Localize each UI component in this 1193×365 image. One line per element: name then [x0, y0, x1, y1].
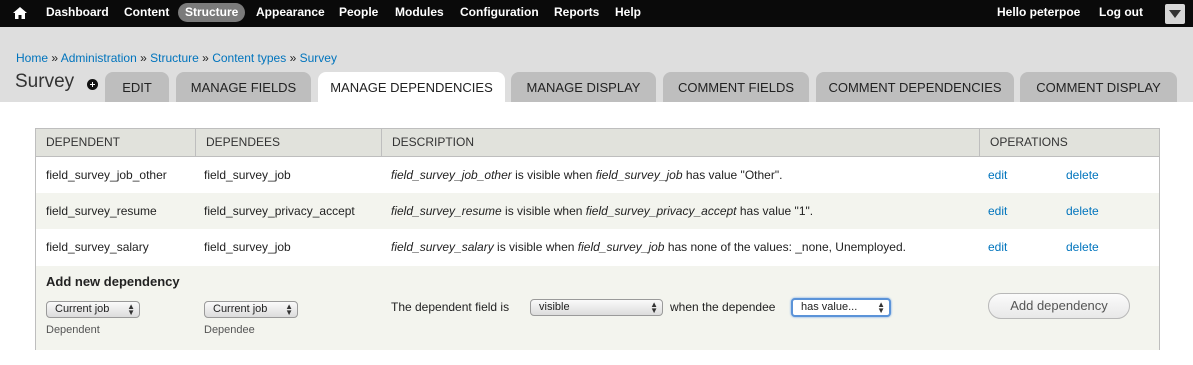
edit-link[interactable]: edit [988, 240, 1007, 254]
condition-label: when the dependee [670, 300, 776, 314]
menu-dashboard[interactable]: Dashboard [46, 0, 109, 27]
greeting-prefix: Hello [997, 5, 1030, 19]
description-condition: has value "Other". [682, 168, 783, 182]
dependent-label: Dependent [46, 324, 100, 336]
state-select[interactable]: visible ▲ ▼ [530, 299, 663, 316]
tab-manage-fields[interactable]: Manage fields [176, 72, 311, 102]
breadcrumb-home[interactable]: Home [16, 51, 48, 65]
description-text: is visible when [501, 204, 586, 218]
menu-content[interactable]: Content [124, 0, 169, 27]
admin-toolbar: Dashboard Content Structure Appearance P… [0, 0, 1193, 27]
add-shortcut-icon[interactable] [87, 79, 98, 90]
table-row: field_survey_resume field_survey_privacy… [36, 193, 1159, 229]
description-condition: has value "1". [736, 204, 814, 218]
add-dependency-row: Add new dependency Current job ▲ ▼ Depend… [36, 266, 1159, 350]
column-header-operations: Operations [979, 129, 1159, 156]
column-header-dependent: Dependent [46, 135, 121, 149]
table-header: Dependent Dependees Description Operatio… [36, 129, 1159, 157]
description-dependee: field_survey_job [595, 168, 683, 182]
column-header-description: Description [381, 129, 979, 156]
condition-select-value: has value... [801, 301, 858, 313]
tab-comment-fields[interactable]: Comment fields [663, 72, 809, 102]
dependencies-table: Dependent Dependees Description Operatio… [35, 128, 1160, 350]
description-cell: field_survey_job_other is visible when f… [391, 157, 782, 193]
menu-modules[interactable]: Modules [395, 0, 444, 27]
description-dependee: field_survey_job [577, 240, 665, 254]
description-cell: field_survey_resume is visible when fiel… [391, 193, 813, 229]
dependee-label: Dependee [204, 324, 255, 336]
menu-appearance[interactable]: Appearance [256, 0, 325, 27]
select-arrows-icon: ▲ ▼ [877, 300, 885, 315]
add-dependency-button[interactable]: Add dependency [988, 293, 1130, 319]
description-dependent: field_survey_job_other [391, 168, 512, 182]
page-title: Survey [15, 71, 75, 92]
description-cell: field_survey_salary is visible when fiel… [391, 229, 906, 265]
menu-people[interactable]: People [339, 0, 378, 27]
tab-edit[interactable]: Edit [105, 72, 169, 102]
edit-link[interactable]: edit [988, 204, 1007, 218]
dependent-select[interactable]: Current job ▲ ▼ [46, 301, 140, 318]
add-dependency-title: Add new dependency [46, 274, 180, 289]
delete-link[interactable]: delete [1066, 168, 1099, 182]
dependent-cell: field_survey_salary [46, 240, 149, 254]
delete-link[interactable]: delete [1066, 204, 1099, 218]
home-icon[interactable] [12, 5, 28, 21]
dependee-cell: field_survey_privacy_accept [204, 204, 355, 218]
menu-reports[interactable]: Reports [554, 0, 599, 27]
tab-comment-dependencies[interactable]: Comment dependencies [816, 72, 1014, 102]
condition-select[interactable]: has value... ▲ ▼ [791, 298, 891, 317]
table-row: field_survey_job_other field_survey_job … [36, 157, 1159, 193]
tab-comment-display[interactable]: Comment display [1020, 72, 1177, 102]
dependee-select-value: Current job [213, 303, 268, 315]
select-arrows-icon: ▲ ▼ [650, 300, 658, 315]
dependent-select-value: Current job [55, 303, 110, 315]
description-text: is visible when [493, 240, 578, 254]
description-dependent: field_survey_salary [391, 240, 494, 254]
chevron-down-icon [1169, 10, 1181, 18]
dependee-cell: field_survey_job [204, 240, 291, 254]
toolbar-drawer-toggle[interactable] [1165, 4, 1185, 24]
breadcrumb-separator: » [140, 51, 147, 65]
state-select-value: visible [539, 301, 570, 313]
breadcrumb-content-types[interactable]: Content types [212, 51, 286, 65]
column-header-dependees: Dependees [195, 129, 381, 156]
description-condition: has none of the values: _none, Unemploye… [664, 240, 906, 254]
dependent-cell: field_survey_job_other [46, 168, 167, 182]
menu-configuration[interactable]: Configuration [460, 0, 539, 27]
logout-link[interactable]: Log out [1099, 0, 1143, 27]
breadcrumb-survey[interactable]: Survey [300, 51, 337, 65]
edit-link[interactable]: edit [988, 168, 1007, 182]
tab-manage-display[interactable]: Manage display [511, 72, 656, 102]
username-link[interactable]: peterpoe [1030, 5, 1081, 19]
dependent-cell: field_survey_resume [46, 204, 157, 218]
breadcrumb-separator: » [289, 51, 297, 65]
user-greeting: Hello peterpoe [997, 0, 1080, 27]
dependee-cell: field_survey_job [204, 168, 291, 182]
breadcrumb: Home » Administration » Structure » Cont… [16, 51, 337, 65]
description-dependent: field_survey_resume [391, 204, 502, 218]
tab-manage-dependencies[interactable]: Manage dependencies [318, 72, 505, 102]
delete-link[interactable]: delete [1066, 240, 1099, 254]
description-dependee: field_survey_privacy_accept [585, 204, 737, 218]
dependee-select[interactable]: Current job ▲ ▼ [204, 301, 298, 318]
description-text: is visible when [511, 168, 596, 182]
breadcrumb-separator: » [202, 51, 209, 65]
table-row: field_survey_salary field_survey_job fie… [36, 229, 1159, 265]
breadcrumb-separator: » [51, 51, 59, 65]
menu-help[interactable]: Help [615, 0, 641, 27]
breadcrumb-administration[interactable]: Administration [61, 51, 137, 65]
state-label: The dependent field is [391, 300, 510, 314]
breadcrumb-structure[interactable]: Structure [150, 51, 199, 65]
menu-structure[interactable]: Structure [178, 3, 246, 22]
select-arrows-icon: ▲ ▼ [285, 302, 293, 317]
select-arrows-icon: ▲ ▼ [127, 302, 135, 317]
